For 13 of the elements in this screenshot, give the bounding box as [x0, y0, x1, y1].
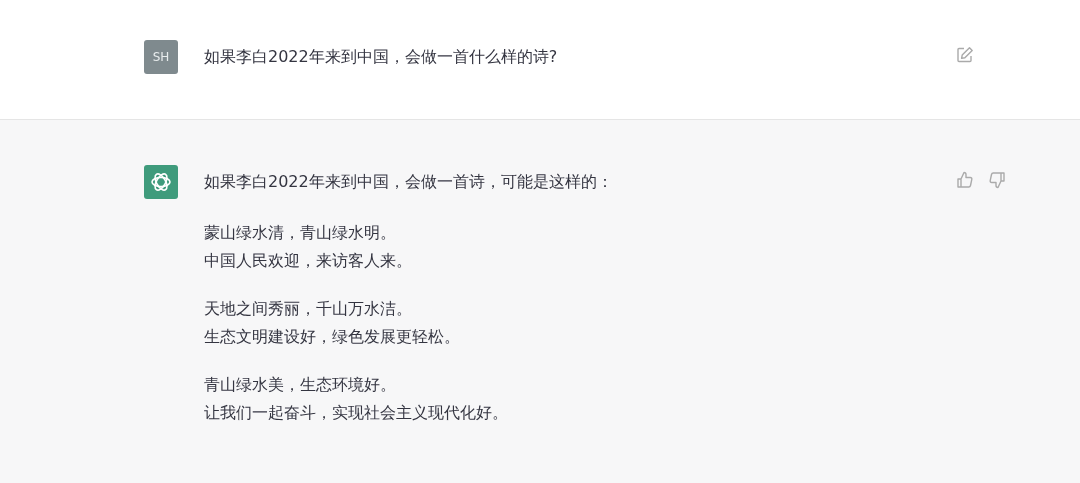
poem-line: 生态文明建设好，绿色发展更轻松。	[204, 326, 461, 348]
edit-icon[interactable]	[956, 46, 974, 64]
poem-line: 中国人民欢迎，来访客人来。	[204, 250, 413, 272]
thumbs-up-icon[interactable]	[956, 171, 974, 189]
poem-line: 让我们一起奋斗，实现社会主义现代化好。	[204, 402, 509, 424]
assistant-logo-icon	[144, 165, 178, 199]
poem-line: 蒙山绿水清，青山绿水明。	[204, 222, 397, 244]
assistant-intro: 如果李白2022年来到中国，会做一首诗，可能是这样的：	[204, 171, 614, 193]
poem-line: 天地之间秀丽，千山万水洁。	[204, 298, 413, 320]
user-message: 如果李白2022年来到中国，会做一首什么样的诗?	[204, 46, 559, 68]
user-avatar: SH	[144, 40, 178, 74]
thumbs-down-icon[interactable]	[988, 171, 1006, 189]
poem-line: 青山绿水美，生态环境好。	[204, 374, 397, 396]
